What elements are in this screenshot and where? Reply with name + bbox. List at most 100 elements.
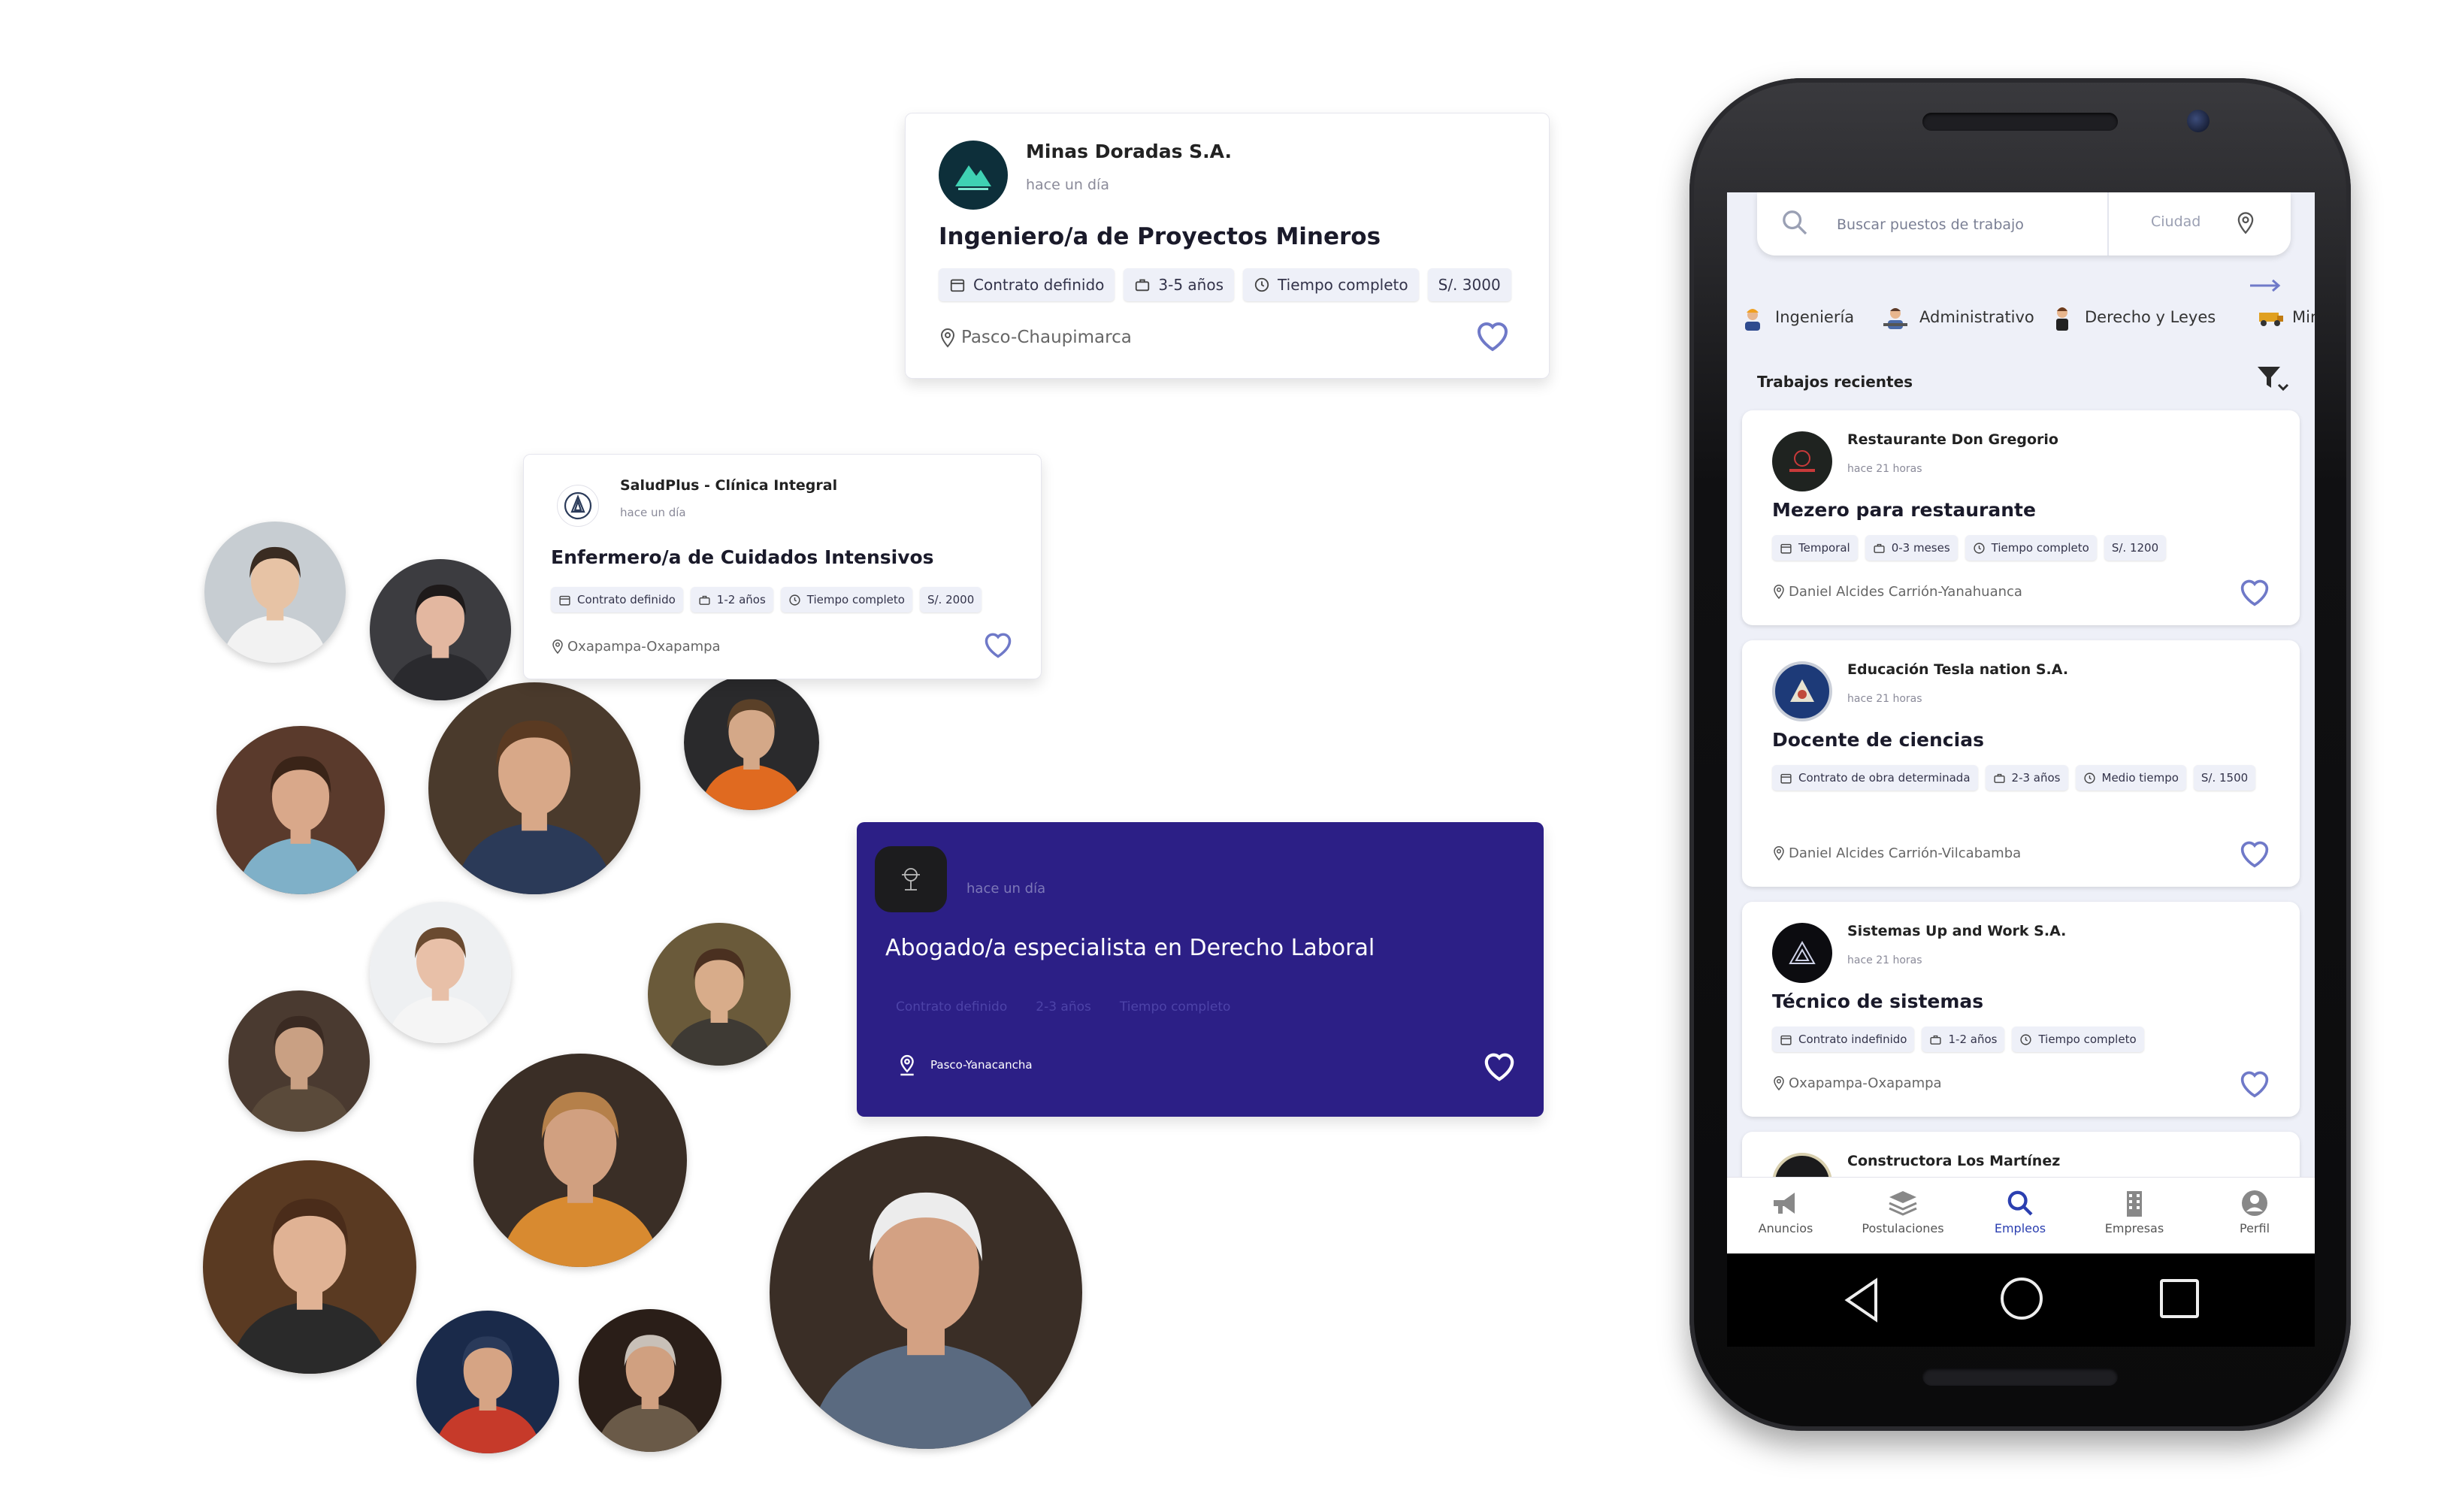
person-avatar bbox=[370, 902, 511, 1043]
calendar-icon bbox=[1780, 1035, 1792, 1045]
category-strip: Ingeniería Administrativo Derecho y Leye… bbox=[1727, 304, 2315, 349]
tag-experience: 1-2 años bbox=[1922, 1027, 2005, 1052]
search-input[interactable]: Buscar puestos de trabajo bbox=[1837, 216, 2024, 233]
job-location: Daniel Alcides Carrión-Vilcabamba bbox=[1772, 845, 2021, 861]
location-pin-icon[interactable] bbox=[2235, 210, 2256, 234]
company-logo-saludplus bbox=[557, 485, 599, 527]
job-tags: Contrato indefinido 1-2 años Tiempo comp… bbox=[1772, 1027, 2144, 1052]
person-avatar bbox=[473, 1054, 687, 1267]
clock-icon bbox=[1254, 277, 1269, 292]
tag-salary: S/. 3000 bbox=[1427, 268, 1511, 301]
nav-empleos[interactable]: Empleos bbox=[1975, 1188, 2065, 1235]
calendar-icon bbox=[1780, 773, 1792, 784]
tag-salary: S/. 1200 bbox=[2104, 535, 2167, 561]
mining-truck-icon bbox=[2259, 313, 2283, 326]
posted-time: hace un día bbox=[620, 506, 686, 519]
bottom-navigation: Anuncios Postulaciones Empleos Empresas … bbox=[1727, 1177, 2315, 1253]
job-tags: Contrato definido 3-5 años Tiempo comple… bbox=[939, 268, 1511, 301]
nav-perfil[interactable]: Perfil bbox=[2210, 1188, 2300, 1235]
briefcase-icon bbox=[699, 595, 710, 605]
posted-time: hace un día bbox=[966, 881, 1046, 897]
briefcase-icon bbox=[1136, 279, 1150, 292]
search-bar: Buscar puestos de trabajo Ciudad bbox=[1757, 192, 2291, 256]
person-avatar bbox=[228, 990, 370, 1132]
job-card-restaurant[interactable]: Restaurante Don Gregorio hace 21 horas M… bbox=[1742, 410, 2300, 625]
company-logo-minas-doradas bbox=[939, 141, 1008, 210]
company-name: SaludPlus - Clínica Integral bbox=[620, 477, 838, 494]
company-logo-systems bbox=[1772, 923, 1832, 983]
phone-camera bbox=[2187, 110, 2210, 132]
tag-contract: Contrato definido bbox=[551, 587, 683, 612]
location-pin-icon bbox=[1774, 1076, 1784, 1091]
posted-time: hace 21 horas bbox=[1847, 693, 1922, 705]
filter-icon[interactable] bbox=[2255, 364, 2289, 394]
job-card-law[interactable]: hace un día Abogado/a especialista en De… bbox=[857, 822, 1544, 1117]
tag-contract: Contrato de obra determinada bbox=[1772, 765, 1978, 791]
company-name: Educación Tesla nation S.A. bbox=[1847, 661, 2069, 678]
tag-schedule: Tiempo completo bbox=[780, 587, 912, 612]
job-card-systems[interactable]: Sistemas Up and Work S.A. hace 21 horas … bbox=[1742, 902, 2300, 1117]
clock-icon bbox=[2020, 1033, 2032, 1045]
posted-time: hace un día bbox=[1026, 177, 1109, 193]
job-title: Ingeniero/a de Proyectos Mineros bbox=[939, 223, 1381, 250]
category-derecho[interactable]: Derecho y Leyes bbox=[2049, 304, 2216, 331]
favorite-heart-icon[interactable] bbox=[982, 631, 1014, 659]
phone-screen: Buscar puestos de trabajo Ciudad Ingenie… bbox=[1727, 192, 2315, 1347]
favorite-heart-icon[interactable] bbox=[1474, 319, 1511, 352]
location-pin-icon bbox=[1774, 846, 1784, 861]
favorite-heart-icon[interactable] bbox=[2238, 839, 2271, 869]
person-avatar bbox=[370, 559, 511, 700]
search-divider bbox=[2107, 192, 2109, 256]
location-pin-icon bbox=[940, 328, 955, 348]
job-location: Pasco-Chaupimarca bbox=[939, 327, 1132, 348]
recent-apps-icon[interactable] bbox=[2157, 1276, 2202, 1321]
favorite-heart-icon[interactable] bbox=[2238, 1069, 2271, 1099]
job-title: Enfermero/a de Cuidados Intensivos bbox=[551, 546, 934, 568]
job-tags: Contrato definido 2-3 años Tiempo comple… bbox=[896, 999, 1230, 1015]
category-ingenieria[interactable]: Ingeniería bbox=[1739, 304, 1854, 331]
engineer-icon bbox=[1745, 309, 1760, 331]
favorite-heart-icon[interactable] bbox=[2238, 577, 2271, 607]
nav-anuncios[interactable]: Anuncios bbox=[1741, 1188, 1831, 1235]
tag-schedule: Tiempo completo bbox=[1119, 999, 1231, 1015]
clock-icon bbox=[789, 594, 800, 606]
calendar-icon bbox=[950, 279, 965, 292]
home-icon[interactable] bbox=[1998, 1275, 2046, 1323]
tag-schedule: Tiempo completo bbox=[2012, 1027, 2144, 1052]
tag-contract: Contrato definido bbox=[939, 268, 1115, 301]
person-avatar bbox=[770, 1136, 1082, 1449]
job-card-education[interactable]: Educación Tesla nation S.A. hace 21 hora… bbox=[1742, 640, 2300, 887]
city-input[interactable]: Ciudad bbox=[2151, 213, 2201, 230]
company-name: Constructora Los Martínez bbox=[1847, 1153, 2061, 1169]
job-card-mining[interactable]: Minas Doradas S.A. hace un día Ingeniero… bbox=[905, 113, 1550, 379]
person-avatar bbox=[648, 923, 791, 1066]
clock-icon bbox=[1974, 542, 1985, 554]
company-name: Sistemas Up and Work S.A. bbox=[1847, 923, 2067, 939]
layers-icon bbox=[1889, 1191, 1917, 1216]
job-card-health[interactable]: SaludPlus - Clínica Integral hace un día… bbox=[523, 454, 1042, 679]
posted-time: hace 21 horas bbox=[1847, 463, 1922, 475]
nav-empresas[interactable]: Empresas bbox=[2089, 1188, 2179, 1235]
location-pin-icon bbox=[1774, 585, 1784, 600]
tag-contract: Temporal bbox=[1772, 535, 1858, 561]
job-title: Mezero para restaurante bbox=[1772, 499, 2036, 521]
back-icon[interactable] bbox=[1841, 1276, 1883, 1324]
search-icon bbox=[1783, 210, 1807, 235]
category-mineria[interactable]: Min bbox=[2256, 304, 2315, 331]
location-pin-icon bbox=[900, 1054, 914, 1076]
company-logo-education bbox=[1772, 661, 1832, 721]
job-tags: Contrato de obra determinada 2-3 años Me… bbox=[1772, 765, 2283, 791]
person-avatar bbox=[684, 675, 819, 810]
person-avatar bbox=[416, 1311, 559, 1453]
person-avatar bbox=[203, 1160, 416, 1374]
section-title: Trabajos recientes bbox=[1757, 373, 1913, 391]
nav-postulaciones[interactable]: Postulaciones bbox=[1858, 1188, 1948, 1235]
tag-experience: 1-2 años bbox=[690, 587, 773, 612]
company-logo-law bbox=[875, 846, 947, 912]
favorite-heart-icon[interactable] bbox=[1482, 1051, 1517, 1082]
tag-schedule: Tiempo completo bbox=[1243, 268, 1419, 301]
arrow-right-icon[interactable] bbox=[2249, 278, 2282, 293]
phone-speaker bbox=[1922, 113, 2118, 131]
category-administrativo[interactable]: Administrativo bbox=[1880, 304, 2034, 331]
tag-salary: S/. 1500 bbox=[2193, 765, 2256, 791]
